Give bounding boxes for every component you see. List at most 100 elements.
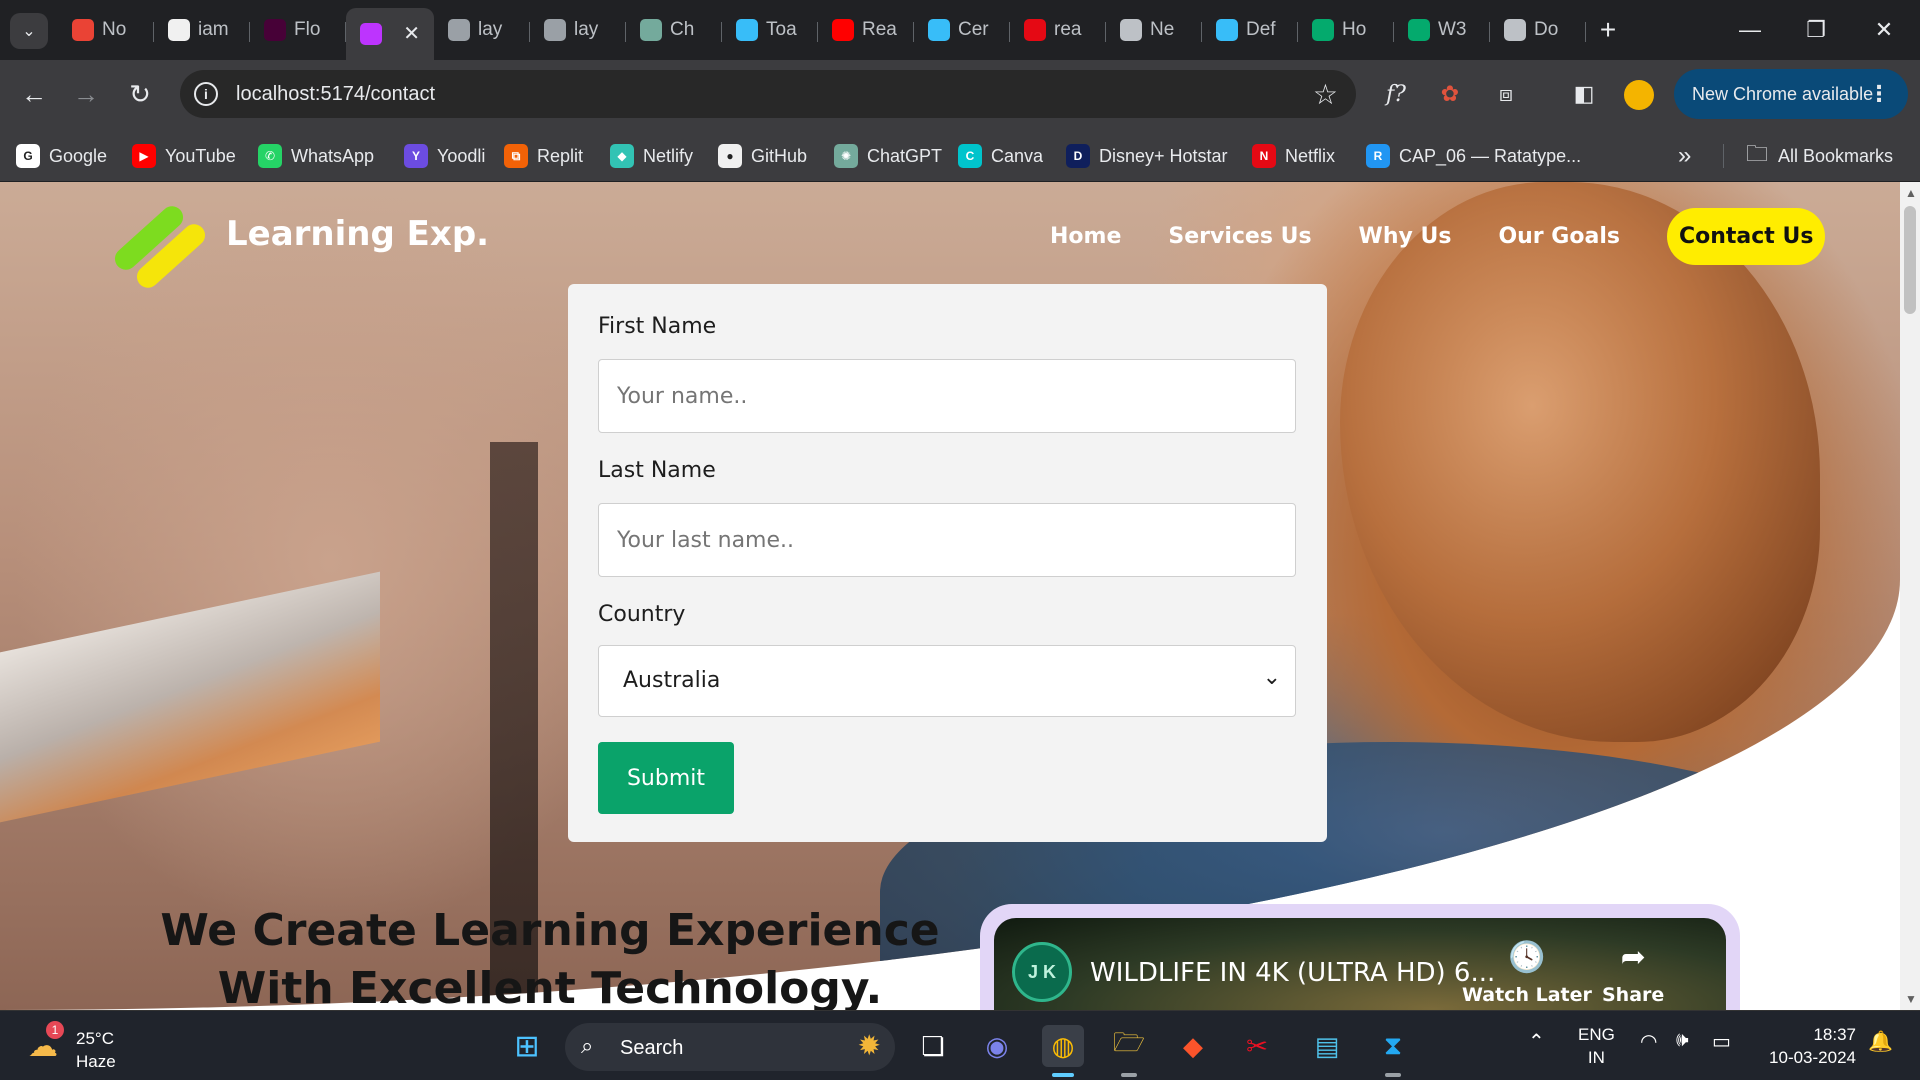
file-explorer-icon[interactable]: 🗁: [1108, 1025, 1150, 1067]
first-name-input[interactable]: [598, 359, 1296, 433]
bookmark-item[interactable]: ⧉ Replit: [504, 142, 583, 170]
bookmark-item[interactable]: ◆ Netlify: [610, 142, 693, 170]
tab-title: Ho: [1342, 19, 1367, 40]
notifications-bell-icon[interactable]: 🔔: [1868, 1029, 1893, 1054]
browser-tab[interactable]: Ch: [626, 8, 722, 52]
bookmark-item[interactable]: D Disney+ Hotstar: [1066, 142, 1228, 170]
scroll-up-arrow-icon[interactable]: ▲: [1905, 186, 1917, 200]
address-bar[interactable]: i localhost:5174/contact ☆: [180, 70, 1356, 118]
volume-icon[interactable]: 🕪: [1676, 1029, 1689, 1052]
extension-icon[interactable]: ✿: [1432, 76, 1468, 112]
minimize-button[interactable]: —: [1720, 0, 1780, 60]
side-panel-icon[interactable]: ◧: [1566, 76, 1602, 112]
bookmark-item[interactable]: G Google: [16, 142, 107, 170]
back-button[interactable]: ←: [14, 74, 54, 114]
tab-title: Do: [1534, 19, 1559, 40]
browser-tab[interactable]: rea: [1010, 8, 1106, 52]
more-bookmarks-button[interactable]: »: [1678, 142, 1691, 170]
all-bookmarks-button[interactable]: 🗀 All Bookmarks: [1746, 141, 1893, 170]
profile-avatar[interactable]: [1624, 80, 1654, 110]
formula-extension-icon[interactable]: f?: [1378, 76, 1414, 112]
vscode-running-indicator: [1385, 1073, 1401, 1077]
bookmarks-bar: R CAP_06 — Ratatype... N Netflix D Disney+ Ho…: [0, 128, 1920, 182]
bookmark-item[interactable]: ▶ YouTube: [132, 142, 236, 170]
browser-tab[interactable]: lay: [530, 8, 626, 52]
bookmark-item[interactable]: ● GitHub: [718, 142, 807, 170]
teams-chat-icon[interactable]: ◉: [976, 1025, 1018, 1067]
browser-tab[interactable]: Def: [1202, 8, 1298, 52]
video-title[interactable]: WILDLIFE IN 4K (ULTRA HD) 6...: [1090, 958, 1495, 988]
battery-icon[interactable]: ▭: [1712, 1029, 1731, 1054]
task-view-icon[interactable]: ❏: [912, 1025, 954, 1067]
browser-tab[interactable]: Cer: [914, 8, 1010, 52]
country-select[interactable]: Australia ⌄: [598, 645, 1296, 717]
chevron-up-icon[interactable]: ⌃: [1528, 1029, 1545, 1054]
weather-widget[interactable]: ☁ 1 25°C Haze: [24, 1021, 134, 1071]
browser-tab[interactable]: Flo: [250, 8, 346, 52]
browser-tab[interactable]: Rea: [818, 8, 914, 52]
site-info-icon[interactable]: i: [194, 82, 218, 106]
nav-link-goals[interactable]: Our Goals: [1498, 224, 1620, 249]
nav-link-home[interactable]: Home: [1050, 224, 1121, 249]
puzzle-extensions-icon[interactable]: ⧈: [1488, 76, 1524, 112]
system-clock[interactable]: 18:37 10-03-2024: [1760, 1023, 1856, 1069]
input-language-indicator[interactable]: ENG IN: [1578, 1023, 1615, 1069]
logo-icon[interactable]: [110, 201, 210, 293]
vscode-icon[interactable]: ⧗: [1372, 1025, 1414, 1067]
browser-tab[interactable]: W3: [1394, 8, 1490, 52]
bookmark-item[interactable]: N Netflix: [1252, 142, 1335, 170]
youtube-video-player[interactable]: J K WILDLIFE IN 4K (ULTRA HD) 6... 🕓 Wat…: [994, 918, 1726, 1010]
close-tab-icon[interactable]: ✕: [403, 21, 420, 46]
share-button[interactable]: ➦ Share: [1602, 940, 1664, 1006]
watch-later-button[interactable]: 🕓 Watch Later: [1462, 940, 1592, 1006]
chrome-update-button[interactable]: New Chrome available ⋮: [1674, 69, 1908, 119]
tab-search-button[interactable]: ⌄: [10, 13, 48, 49]
taskbar-search[interactable]: ⌕ Search ✹: [565, 1023, 895, 1071]
browser-tab[interactable]: ✕: [346, 8, 434, 60]
browser-tab[interactable]: Ne: [1106, 8, 1202, 52]
browser-tab[interactable]: lay: [434, 8, 530, 52]
nav-link-why-us[interactable]: Why Us: [1359, 224, 1452, 249]
nav-contact-button[interactable]: Contact Us: [1666, 208, 1826, 265]
reload-button[interactable]: ↻: [120, 74, 160, 114]
bookmark-item[interactable]: Y Yoodli: [404, 142, 485, 170]
chrome-taskbar-icon[interactable]: ◍: [1042, 1025, 1084, 1067]
site-logo-text[interactable]: Learning Exp.: [226, 214, 489, 254]
tab-title: Def: [1246, 19, 1276, 40]
notepad-icon[interactable]: ▤: [1306, 1025, 1348, 1067]
bookmark-item[interactable]: C Canva: [958, 142, 1043, 170]
wifi-icon[interactable]: ◠: [1640, 1029, 1657, 1054]
scrollbar-thumb[interactable]: [1904, 206, 1916, 314]
bookmark-item[interactable]: R CAP_06 — Ratatype...: [1366, 142, 1581, 170]
bookmark-item[interactable]: ✆ WhatsApp: [258, 142, 374, 170]
last-name-input[interactable]: [598, 503, 1296, 577]
headline-line-2: With Excellent Technology.: [217, 963, 883, 1010]
browser-tab[interactable]: Do: [1490, 8, 1586, 52]
forward-button[interactable]: →: [66, 74, 106, 114]
tab-title: No: [102, 19, 127, 40]
country-label: Country: [598, 602, 686, 627]
bookmark-label: Yoodli: [437, 145, 486, 166]
bolt-icon: [928, 19, 950, 41]
browser-tab[interactable]: iam: [154, 8, 250, 52]
page-scrollbar[interactable]: ▲ ▼: [1900, 182, 1920, 1010]
close-window-button[interactable]: ✕: [1854, 0, 1914, 60]
bookmark-item[interactable]: ✺ ChatGPT: [834, 142, 942, 170]
nav-link-services[interactable]: Services Us: [1168, 224, 1311, 249]
bookmark-star-icon[interactable]: ☆: [1313, 78, 1338, 111]
scroll-down-arrow-icon[interactable]: ▼: [1905, 992, 1917, 1006]
browser-tab[interactable]: Ho: [1298, 8, 1394, 52]
browser-tab[interactable]: Toa: [722, 8, 818, 52]
new-tab-button[interactable]: +: [1586, 8, 1630, 52]
restore-icon: ❐: [1806, 17, 1826, 42]
url-text[interactable]: localhost:5174/contact: [236, 83, 435, 106]
browser-tab[interactable]: No: [58, 8, 154, 52]
snipping-tool-icon[interactable]: ✂: [1236, 1025, 1278, 1067]
brave-browser-icon[interactable]: ◆: [1172, 1025, 1214, 1067]
restore-button[interactable]: ❐: [1786, 0, 1846, 60]
more-vertical-icon[interactable]: ⋮: [1868, 81, 1890, 107]
submit-button[interactable]: Submit: [598, 742, 734, 814]
close-icon: ✕: [1874, 17, 1894, 42]
windows-start-icon[interactable]: ⊞: [506, 1025, 548, 1067]
channel-avatar[interactable]: J K: [1012, 942, 1072, 1002]
